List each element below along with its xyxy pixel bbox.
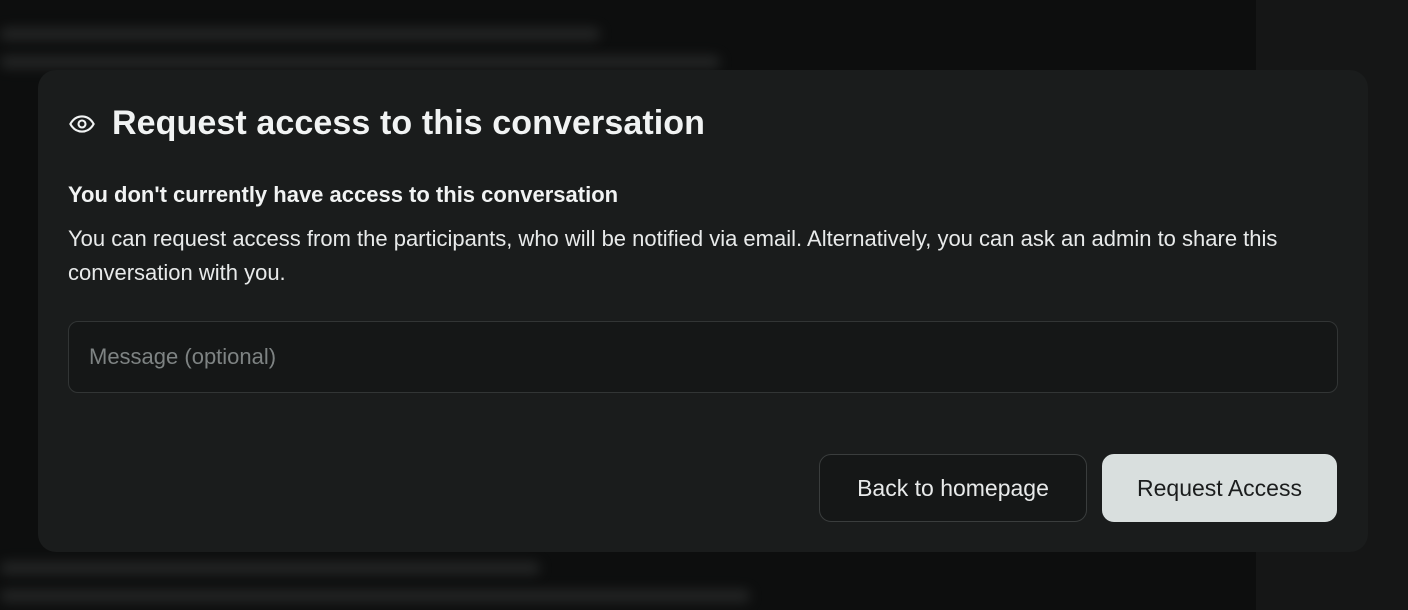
back-to-homepage-button[interactable]: Back to homepage: [819, 454, 1087, 522]
dialog-actions: Back to homepage Request Access: [819, 454, 1337, 522]
dialog-header: Request access to this conversation: [68, 104, 705, 143]
dialog-title: Request access to this conversation: [112, 104, 706, 142]
blurred-text-line: [0, 562, 540, 574]
eye-icon: [68, 110, 96, 138]
blurred-text-line: [0, 590, 750, 602]
dialog-subtitle: You don't currently have access to this …: [68, 182, 619, 207]
dialog-description: You can request access from the particip…: [68, 226, 1278, 285]
blurred-text-line: [0, 56, 720, 68]
blurred-text-line: [0, 28, 600, 40]
request-access-dialog: Request access to this conversation You …: [38, 70, 1368, 552]
message-input[interactable]: [68, 321, 1338, 393]
request-access-button[interactable]: Request Access: [1102, 454, 1337, 522]
